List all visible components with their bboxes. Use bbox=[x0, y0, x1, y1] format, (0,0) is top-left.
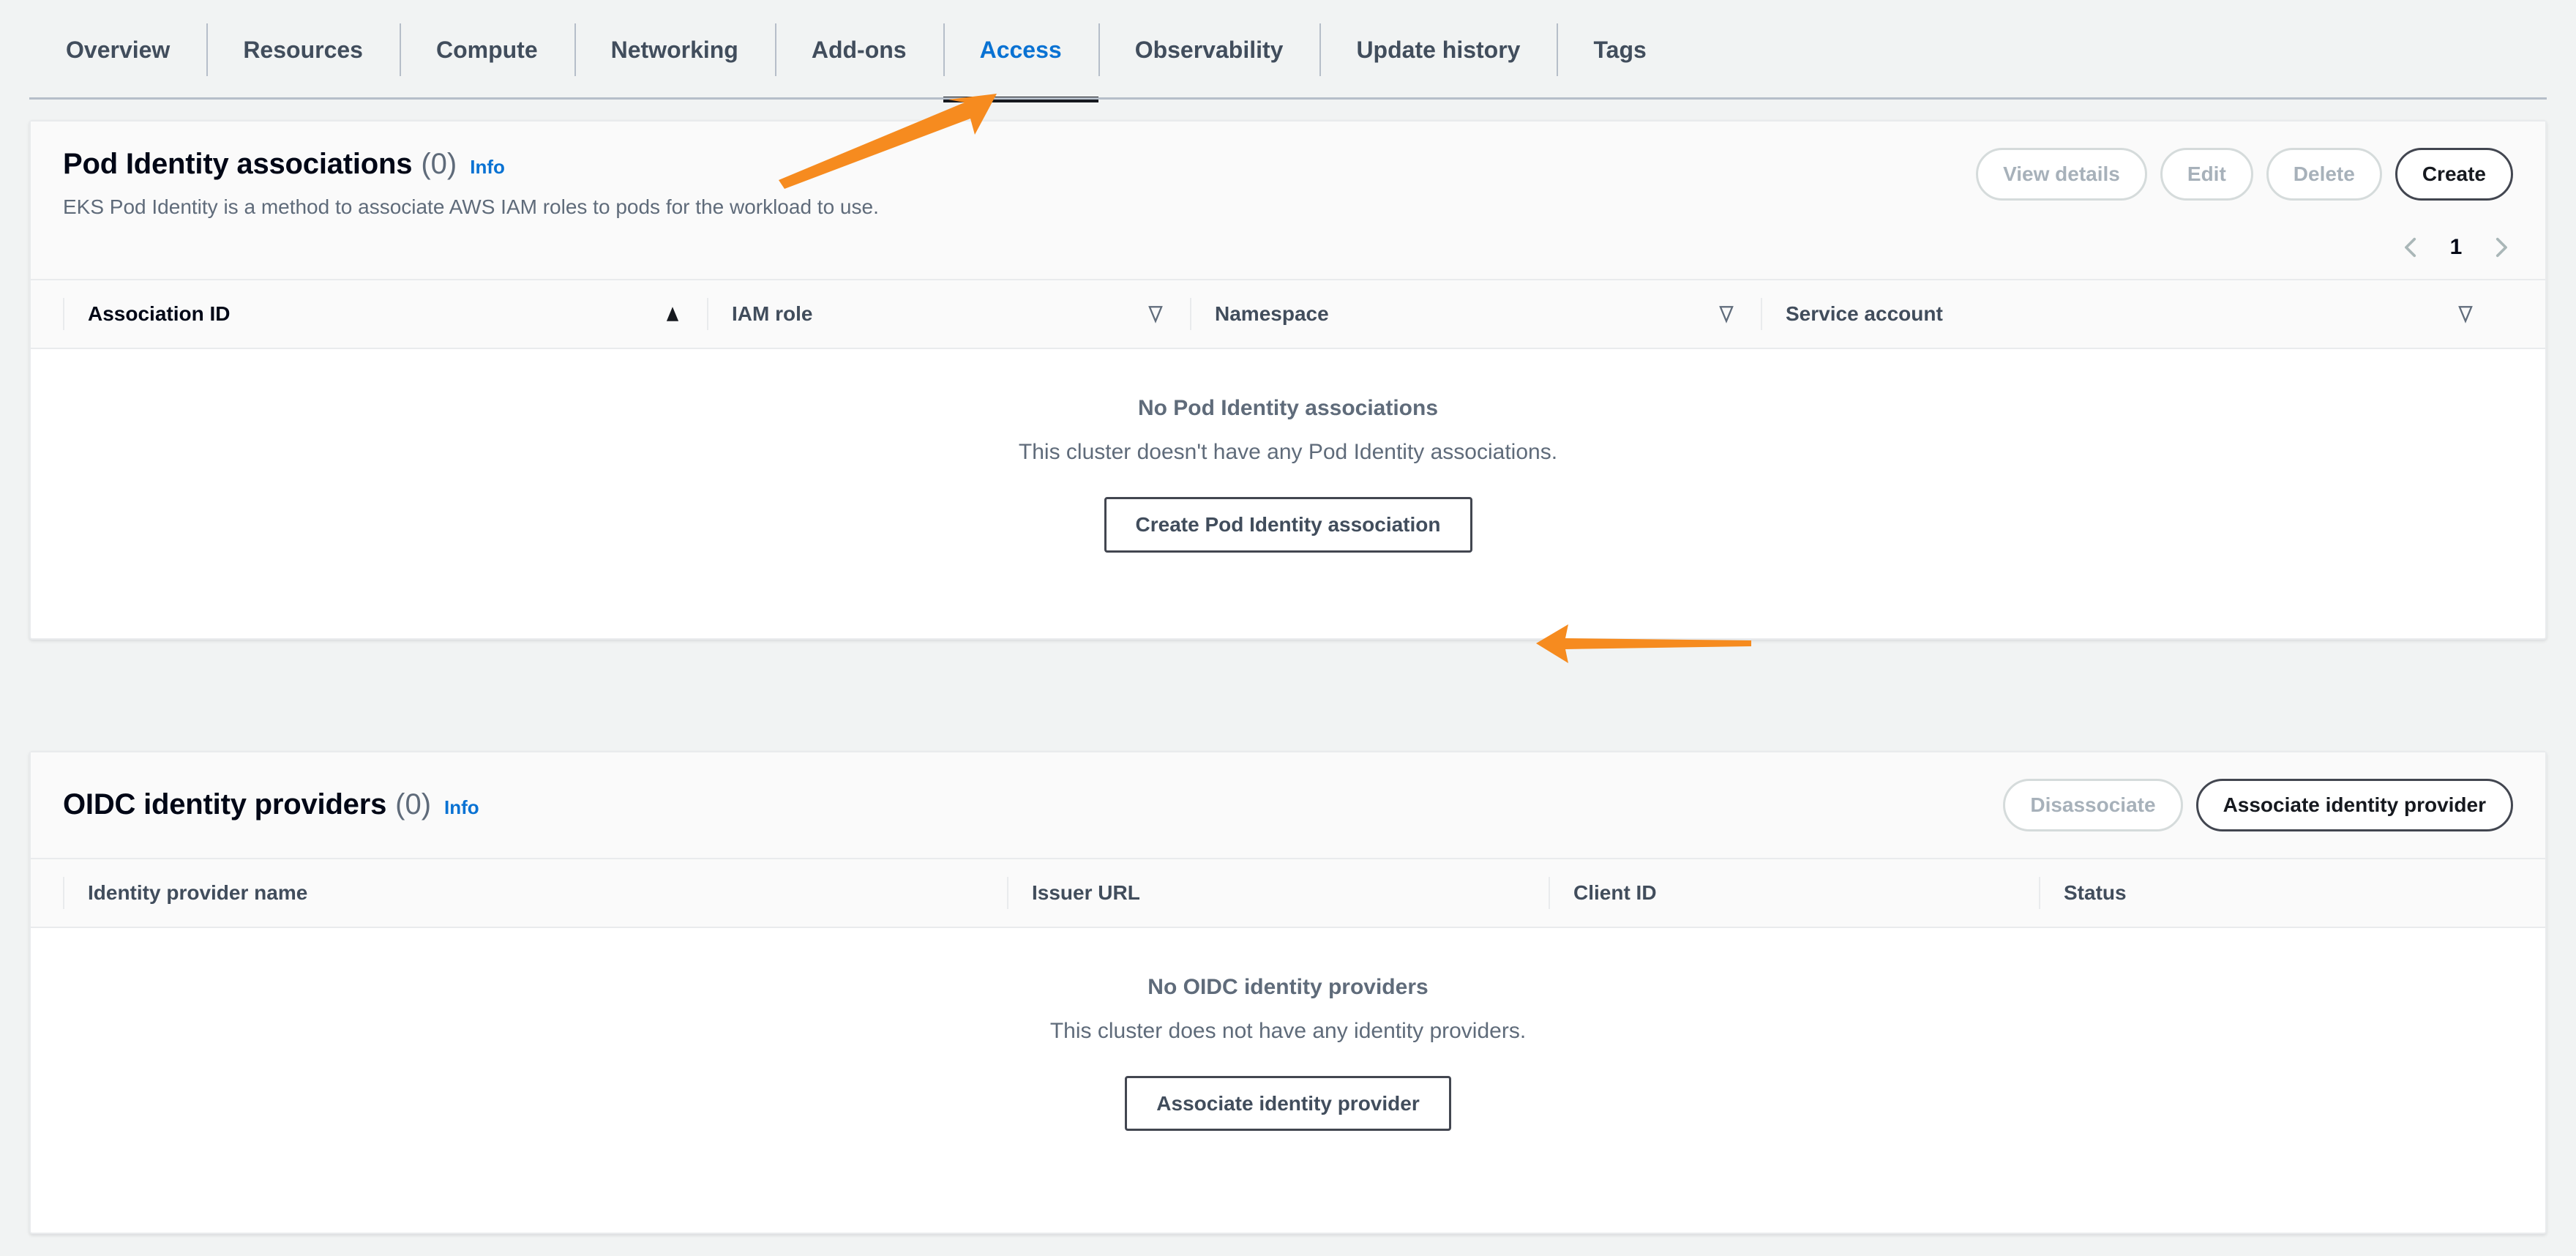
pod-identity-description: EKS Pod Identity is a method to associat… bbox=[63, 195, 879, 218]
tab-label: Resources bbox=[243, 36, 363, 63]
pod-identity-table-header: Association ID IAM role Namespace Servic… bbox=[31, 279, 2545, 350]
pod-identity-action-buttons: View details Edit Delete Create bbox=[1976, 148, 2513, 201]
pod-identity-count: (0) bbox=[421, 148, 457, 180]
column-label: IAM role bbox=[732, 302, 813, 326]
column-label: Service account bbox=[1786, 302, 1943, 326]
tab-list: Overview Resources Compute Networking Ad… bbox=[29, 0, 2576, 102]
column-label: Namespace bbox=[1215, 302, 1329, 326]
oidc-empty-state: No OIDC identity providers This cluster … bbox=[31, 927, 2545, 1184]
tab-label: Update history bbox=[1356, 36, 1521, 63]
tab-access[interactable]: Access bbox=[943, 0, 1098, 102]
cluster-tab-bar: Overview Resources Compute Networking Ad… bbox=[0, 0, 2576, 102]
sort-descending-icon bbox=[2458, 306, 2473, 324]
column-label: Issuer URL bbox=[1032, 881, 1140, 904]
pod-identity-associations-card: Pod Identity associations (0) Info EKS P… bbox=[29, 120, 2547, 640]
tab-label: Overview bbox=[66, 36, 171, 63]
oidc-table-header: Identity provider name Issuer URL Client… bbox=[31, 857, 2545, 928]
tab-label: Tags bbox=[1593, 36, 1647, 63]
column-label: Association ID bbox=[88, 302, 231, 326]
chevron-left-icon[interactable] bbox=[2399, 235, 2424, 260]
tab-label: Compute bbox=[435, 36, 538, 63]
oidc-title: OIDC identity providers bbox=[63, 788, 387, 821]
associate-identity-provider-empty-button[interactable]: Associate identity provider bbox=[1125, 1075, 1451, 1132]
tab-overview[interactable]: Overview bbox=[29, 0, 206, 100]
empty-state-subtitle: This cluster does not have any identity … bbox=[1049, 1018, 1527, 1043]
page-title: Pod Identity associations bbox=[63, 148, 413, 180]
oidc-identity-providers-card: OIDC identity providers (0) Info Disasso… bbox=[29, 751, 2547, 1234]
tab-label: Observability bbox=[1134, 36, 1284, 63]
oidc-info-link[interactable]: Info bbox=[444, 796, 479, 819]
column-header-issuer-url: Issuer URL bbox=[1007, 859, 1549, 927]
delete-button[interactable]: Delete bbox=[2266, 148, 2382, 201]
pod-identity-pagination: 1 bbox=[31, 220, 2545, 280]
view-details-button[interactable]: View details bbox=[1976, 148, 2147, 201]
edit-button[interactable]: Edit bbox=[2160, 148, 2253, 201]
associate-identity-provider-button[interactable]: Associate identity provider bbox=[2195, 779, 2513, 831]
column-header-association-id[interactable]: Association ID bbox=[63, 280, 707, 348]
disassociate-button[interactable]: Disassociate bbox=[2003, 779, 2183, 831]
oidc-title-block: OIDC identity providers (0) Info bbox=[63, 788, 479, 821]
empty-state-subtitle: This cluster doesn't have any Pod Identi… bbox=[1018, 440, 1558, 465]
oidc-count: (0) bbox=[395, 788, 432, 821]
column-header-client-id: Client ID bbox=[1549, 859, 2039, 927]
pod-identity-title-block: Pod Identity associations (0) Info EKS P… bbox=[63, 148, 879, 220]
tab-label: Access bbox=[979, 36, 1062, 63]
column-header-service-account[interactable]: Service account bbox=[1761, 280, 2500, 348]
empty-state-title: No OIDC identity providers bbox=[1147, 974, 1429, 999]
create-button[interactable]: Create bbox=[2395, 148, 2513, 201]
tab-bar-divider bbox=[29, 97, 2547, 100]
tab-label: Add-ons bbox=[811, 36, 907, 63]
empty-state-title: No Pod Identity associations bbox=[1137, 396, 1439, 421]
chevron-right-icon[interactable] bbox=[2488, 235, 2513, 260]
tab-compute[interactable]: Compute bbox=[399, 0, 574, 100]
column-header-namespace[interactable]: Namespace bbox=[1190, 280, 1761, 348]
tab-add-ons[interactable]: Add-ons bbox=[774, 0, 943, 100]
column-header-iam-role[interactable]: IAM role bbox=[707, 280, 1190, 348]
tab-label: Networking bbox=[610, 36, 738, 63]
sort-ascending-icon bbox=[666, 307, 679, 322]
sort-descending-icon bbox=[1719, 306, 1734, 324]
create-pod-identity-association-button[interactable]: Create Pod Identity association bbox=[1104, 497, 1472, 553]
pod-identity-card-header: Pod Identity associations (0) Info EKS P… bbox=[31, 122, 2545, 221]
column-label: Client ID bbox=[1573, 881, 1657, 904]
oidc-card-header: OIDC identity providers (0) Info Disasso… bbox=[31, 752, 2545, 858]
pod-identity-info-link[interactable]: Info bbox=[470, 156, 505, 179]
sort-descending-icon bbox=[1148, 306, 1163, 324]
column-header-status: Status bbox=[2039, 859, 2478, 927]
oidc-action-buttons: Disassociate Associate identity provider bbox=[2003, 779, 2513, 831]
column-header-identity-provider-name: Identity provider name bbox=[63, 859, 1007, 927]
column-label: Identity provider name bbox=[88, 881, 308, 904]
pod-identity-empty-state: No Pod Identity associations This cluste… bbox=[31, 349, 2545, 605]
pagination-page-1[interactable]: 1 bbox=[2446, 235, 2466, 260]
tab-observability[interactable]: Observability bbox=[1098, 0, 1320, 100]
column-label: Status bbox=[2064, 881, 2127, 904]
tab-networking[interactable]: Networking bbox=[574, 0, 775, 100]
tab-resources[interactable]: Resources bbox=[206, 0, 400, 100]
tab-update-history[interactable]: Update history bbox=[1319, 0, 1557, 100]
tab-tags[interactable]: Tags bbox=[1557, 0, 1682, 100]
